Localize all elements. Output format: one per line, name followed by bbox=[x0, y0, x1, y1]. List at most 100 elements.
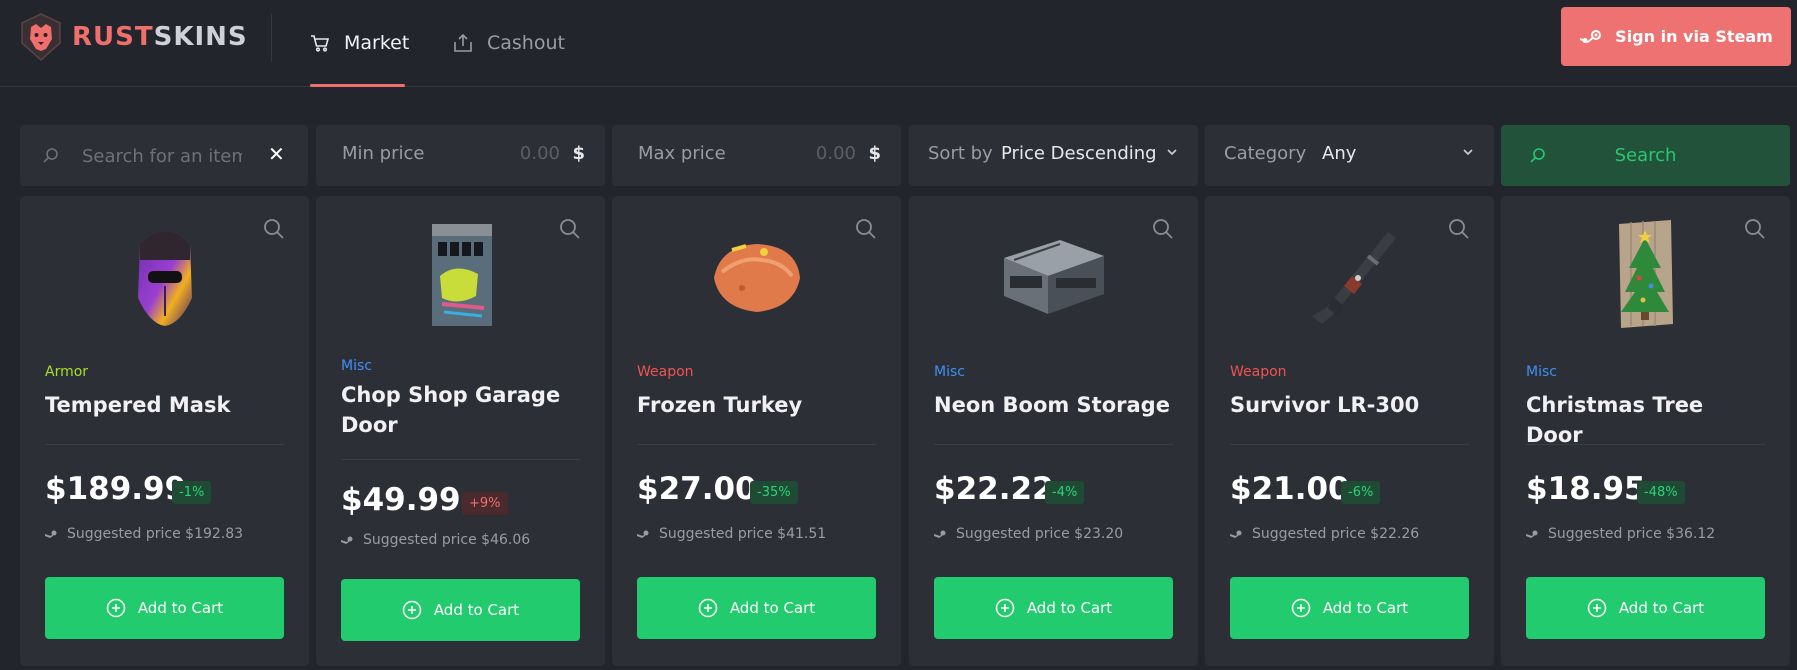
sign-in-label: Sign in via Steam bbox=[1615, 27, 1773, 46]
top-header: RUSTSKINS Market Cashout Sign in via Ste… bbox=[0, 0, 1797, 87]
add-to-cart-button[interactable]: Add to Cart bbox=[1526, 577, 1765, 639]
cart-icon bbox=[311, 35, 330, 52]
category-value: Any bbox=[1322, 143, 1357, 164]
add-to-cart-button[interactable]: Add to Cart bbox=[341, 579, 580, 641]
suggested-price: Suggested price $41.51 bbox=[637, 526, 826, 542]
item-card[interactable]: Weapon Survivor LR-300 $21.00 -6% Sugges… bbox=[1205, 196, 1494, 666]
nav-market[interactable]: Market bbox=[310, 0, 409, 86]
max-price-filter[interactable]: Max price 0.00 $ bbox=[612, 125, 901, 186]
item-card[interactable]: Misc Neon Boom Storage $22.22 -4% Sugges… bbox=[909, 196, 1198, 666]
clear-search-button[interactable]: ✕ bbox=[268, 142, 285, 166]
item-card[interactable]: Misc Chop Shop Garage Door $49.99 +9% Su… bbox=[316, 196, 605, 666]
storage-box-icon bbox=[1003, 240, 1104, 314]
item-thumbnail bbox=[316, 216, 605, 334]
price-change-badge: -6% bbox=[1341, 481, 1381, 504]
max-price-label: Max price bbox=[638, 143, 726, 164]
sort-dropdown[interactable]: Sort by Price Descending bbox=[909, 125, 1198, 186]
suggested-price: Suggested price $23.20 bbox=[934, 526, 1123, 542]
item-thumbnail bbox=[1501, 216, 1790, 334]
add-to-cart-label: Add to Cart bbox=[1026, 599, 1113, 617]
item-thumbnail bbox=[612, 216, 901, 334]
add-to-cart-button[interactable]: Add to Cart bbox=[1230, 577, 1469, 639]
steam-icon bbox=[637, 530, 649, 538]
suggested-price-text: Suggested price $192.83 bbox=[67, 526, 244, 542]
add-to-cart-label: Add to Cart bbox=[1618, 599, 1705, 617]
card-divider bbox=[1526, 444, 1765, 445]
search-filter: ✕ bbox=[20, 125, 308, 186]
logo-text-skins: SKINS bbox=[153, 22, 248, 52]
price-change-badge: -48% bbox=[1637, 481, 1685, 504]
search-button[interactable]: Search bbox=[1501, 125, 1790, 186]
upload-icon bbox=[454, 33, 472, 52]
item-name: Tempered Mask bbox=[45, 393, 231, 417]
item-card[interactable]: Misc Christmas Tree Door $18.95 -48% Sug… bbox=[1501, 196, 1790, 666]
item-category-text: Misc bbox=[934, 364, 965, 380]
min-price-input[interactable]: 0.00 bbox=[520, 143, 560, 164]
item-category: Armor bbox=[45, 364, 88, 380]
site-logo-text: RUSTSKINS bbox=[72, 22, 248, 52]
suggested-price-text: Suggested price $23.20 bbox=[956, 526, 1124, 542]
search-button-label: Search bbox=[1614, 145, 1677, 166]
suggested-price: Suggested price $46.06 bbox=[341, 532, 530, 548]
item-name: Chop Shop Garage Door bbox=[341, 383, 561, 437]
christmas-door-icon bbox=[1618, 220, 1673, 328]
suggested-price: Suggested price $192.83 bbox=[45, 526, 243, 542]
bear-logo-icon bbox=[21, 13, 61, 61]
search-icon bbox=[1530, 148, 1545, 163]
steam-icon bbox=[1526, 530, 1538, 538]
item-thumbnail bbox=[1205, 216, 1494, 334]
header-divider bbox=[271, 14, 272, 62]
item-card[interactable]: Weapon Frozen Turkey $27.00 -35% Suggest… bbox=[612, 196, 901, 666]
add-to-cart-button[interactable]: Add to Cart bbox=[934, 577, 1173, 639]
card-divider bbox=[934, 444, 1173, 445]
suggested-price-text: Suggested price $36.12 bbox=[1548, 526, 1716, 542]
site-logo[interactable]: RUSTSKINS bbox=[20, 12, 248, 62]
chevron-down-icon bbox=[1463, 149, 1473, 156]
nav-cashout[interactable]: Cashout bbox=[453, 0, 565, 86]
item-price: $49.99 bbox=[341, 482, 461, 518]
card-divider bbox=[45, 444, 284, 445]
item-card[interactable]: Armor Tempered Mask $189.99 -1% Suggeste… bbox=[20, 196, 309, 666]
item-price: $18.95 bbox=[1526, 471, 1646, 507]
add-to-cart-button[interactable]: Add to Cart bbox=[45, 577, 284, 639]
item-category: Misc bbox=[341, 358, 372, 374]
chevron-down-icon bbox=[1167, 149, 1177, 156]
item-category: Weapon bbox=[637, 364, 694, 380]
logo-text-rust: RUST bbox=[72, 22, 154, 52]
price-change-badge: -35% bbox=[750, 481, 798, 504]
item-price: $22.22 bbox=[934, 471, 1054, 507]
rifle-icon bbox=[1311, 232, 1396, 324]
steam-icon bbox=[341, 536, 353, 544]
suggested-price: Suggested price $22.26 bbox=[1230, 526, 1419, 542]
category-label: Category bbox=[1224, 143, 1307, 164]
price-change-badge: -1% bbox=[172, 481, 212, 504]
plus-circle-icon bbox=[698, 598, 718, 618]
steam-icon bbox=[45, 530, 57, 538]
min-price-currency: $ bbox=[572, 143, 585, 164]
sort-label: Sort by bbox=[928, 143, 993, 164]
search-input[interactable] bbox=[82, 142, 242, 170]
suggested-price: Suggested price $36.12 bbox=[1526, 526, 1715, 542]
item-price: $27.00 bbox=[637, 471, 757, 507]
min-price-label: Min price bbox=[342, 143, 425, 164]
add-to-cart-button[interactable]: Add to Cart bbox=[637, 577, 876, 639]
max-price-input[interactable]: 0.00 bbox=[816, 143, 856, 164]
tempered-mask-icon bbox=[137, 231, 192, 326]
turkey-icon bbox=[713, 244, 800, 312]
search-icon bbox=[43, 148, 58, 163]
price-change-badge: -4% bbox=[1045, 481, 1085, 504]
steam-icon bbox=[934, 530, 946, 538]
item-category: Misc bbox=[1526, 364, 1557, 380]
min-price-filter[interactable]: Min price 0.00 $ bbox=[316, 125, 605, 186]
card-divider bbox=[341, 459, 580, 460]
max-price-currency: $ bbox=[868, 143, 881, 164]
item-category-text: Misc bbox=[341, 358, 372, 374]
add-to-cart-label: Add to Cart bbox=[1322, 599, 1409, 617]
item-category: Misc bbox=[934, 364, 965, 380]
item-category: Weapon bbox=[1230, 364, 1287, 380]
add-to-cart-label: Add to Cart bbox=[729, 599, 816, 617]
sign-in-steam-button[interactable]: Sign in via Steam bbox=[1561, 7, 1791, 66]
category-dropdown[interactable]: Category Any bbox=[1205, 125, 1494, 186]
nav-market-label: Market bbox=[344, 32, 410, 54]
item-name: Christmas Tree Door bbox=[1526, 393, 1704, 447]
